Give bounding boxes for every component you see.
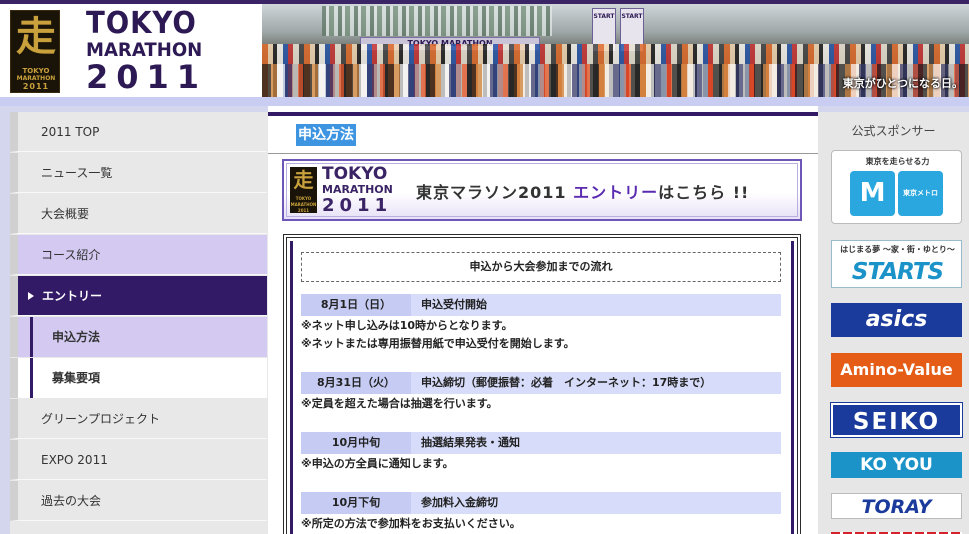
banner-cta-suffix: はこちら !! bbox=[658, 183, 750, 202]
nav-item-expo[interactable]: EXPO 2011 bbox=[10, 440, 267, 480]
flow-box-right-rule bbox=[791, 241, 794, 534]
logo-text-tokyo: TOKYO bbox=[86, 6, 197, 41]
nav-arrow-icon bbox=[28, 292, 34, 300]
banner-logo-mark: 走 TOKYO MARATHON 2011 bbox=[290, 167, 317, 213]
hero-trees bbox=[322, 6, 552, 36]
nav-subitem-guidelines[interactable]: 募集要項 bbox=[10, 358, 267, 398]
starts-tagline: はじまる夢 〜家・街・ゆとり〜 bbox=[840, 245, 955, 254]
sponsor-tokyo-metro[interactable]: 東京を走らせる力 M 東京メトロ bbox=[831, 150, 962, 224]
entry-banner-link[interactable]: 走 TOKYO MARATHON 2011 TOKYO MARATHON 201… bbox=[282, 159, 802, 221]
flow-step-note: ※所定の方法で参加料をお支払いください。 bbox=[301, 517, 521, 530]
flow-step-header: 10月下旬 参加料入金締切 bbox=[301, 492, 781, 514]
nav-item-2011-top[interactable]: 2011 TOP bbox=[10, 112, 267, 152]
banner-cta-text: 東京マラソン2011 エントリーはこちら !! bbox=[416, 179, 749, 203]
flow-step-note: ※申込の方全員に通知します。 bbox=[301, 457, 454, 470]
left-navigation: 2011 TOP ニュース一覧 大会概要 コース紹介 エントリー 申込方法 募集… bbox=[0, 106, 268, 534]
main-content: 申込方法 走 TOKYO MARATHON 2011 TOKYO MARATHO… bbox=[268, 106, 818, 534]
nav-item-past-events[interactable]: 過去の大会 bbox=[10, 481, 267, 521]
flow-step-date: 8月1日（日） bbox=[301, 294, 411, 316]
flow-step-date: 10月中旬 bbox=[301, 432, 411, 454]
nav-subitem-apply-method[interactable]: 申込方法 bbox=[10, 317, 267, 357]
logo-small-tokyo: TOKYO bbox=[22, 67, 50, 75]
metro-name: 東京メトロ bbox=[898, 171, 943, 216]
sponsor-column: 公式スポンサー 東京を走らせる力 M 東京メトロ はじまる夢 〜家・街・ゆとり〜… bbox=[818, 112, 969, 534]
flow-step-label: 抽選結果発表・通知 bbox=[421, 436, 520, 449]
flow-step-note: ※ネットまたは専用振替用紙で申込受付を開始します。 bbox=[301, 337, 575, 350]
sponsor-sidebar: 公式スポンサー 東京を走らせる力 M 東京メトロ はじまる夢 〜家・街・ゆとり〜… bbox=[818, 106, 969, 534]
nav-item-news[interactable]: ニュース一覧 bbox=[10, 153, 267, 193]
sponsor-seiko[interactable]: SEIKO bbox=[830, 402, 963, 438]
flow-title: 申込から大会参加までの流れ bbox=[301, 252, 781, 282]
nav-item-entry[interactable]: エントリー bbox=[10, 276, 267, 316]
flow-step-note: ※ネット申し込みは10時からとなります。 bbox=[301, 319, 513, 332]
nav-subitem-guidelines-label: 募集要項 bbox=[52, 371, 101, 385]
sponsor-toray[interactable]: TORAY bbox=[831, 493, 962, 519]
banner-logo-kanji: 走 bbox=[293, 168, 314, 192]
metro-caption: 東京を走らせる力 bbox=[865, 157, 930, 166]
banner-logo-tokyo: TOKYO bbox=[322, 164, 388, 184]
flow-step: 8月1日（日） 申込受付開始 ※ネット申し込みは10時からとなります。 ※ネット… bbox=[301, 294, 781, 353]
flow-step-note: ※定員を超えた場合は抽選を行います。 bbox=[301, 397, 498, 410]
nav-sub-indicator bbox=[30, 358, 33, 398]
metro-logo-icon: M bbox=[850, 171, 895, 216]
banner-cta-highlight: エントリー bbox=[573, 183, 659, 202]
flow-step-label: 申込締切（郵便振替：必着 インターネット：17時まで） bbox=[421, 376, 712, 389]
site-header: 走 TOKYO MARATHON 2011 TOKYO MARATHON 201… bbox=[0, 0, 969, 100]
logo-small-year: 2011 bbox=[22, 82, 50, 91]
banner-cta-prefix: 東京マラソン2011 bbox=[416, 183, 574, 202]
banner-logo-year: 2011 bbox=[322, 195, 393, 216]
tokyo-marathon-logo-text[interactable]: TOKYO MARATHON 2011 bbox=[86, 6, 226, 96]
flow-step-date: 8月31日（火） bbox=[301, 372, 411, 394]
nav-item-course[interactable]: コース紹介 bbox=[10, 235, 267, 275]
flow-step: 10月中旬 抽選結果発表・通知 ※申込の方全員に通知します。 bbox=[301, 432, 781, 473]
nav-item-entry-label: エントリー bbox=[42, 289, 103, 303]
banner-logo-text: TOKYO MARATHON 2011 bbox=[322, 165, 393, 216]
sponsor-ko-you[interactable]: KO YOU bbox=[831, 452, 962, 478]
nav-subitem-apply-method-label: 申込方法 bbox=[52, 330, 101, 344]
starts-logo: STARTS bbox=[851, 259, 944, 285]
flow-box-left-rule bbox=[290, 241, 293, 534]
flow-step-header: 8月1日（日） 申込受付開始 bbox=[301, 294, 781, 316]
main-top-stripe bbox=[268, 112, 818, 116]
flow-step-date: 10月下旬 bbox=[301, 492, 411, 514]
hero-runners-photo: TOKYO MARATHON START START 東京がひとつになる日。 bbox=[262, 4, 969, 97]
flow-step-header: 8月31日（火） 申込締切（郵便振替：必着 インターネット：17時まで） bbox=[301, 372, 781, 394]
flow-step-label: 参加料入金締切 bbox=[421, 496, 498, 509]
nav-sub-indicator bbox=[30, 317, 33, 357]
flow-step: 8月31日（火） 申込締切（郵便振替：必着 インターネット：17時まで） ※定員… bbox=[301, 372, 781, 413]
sponsor-asics[interactable]: asics bbox=[831, 303, 962, 337]
application-flow-box: 申込から大会参加までの流れ 8月1日（日） 申込受付開始 ※ネット申し込みは10… bbox=[283, 234, 801, 534]
flow-step: 10月下旬 参加料入金締切 ※所定の方法で参加料をお支払いください。 bbox=[301, 492, 781, 533]
title-divider bbox=[268, 153, 818, 154]
page-title: 申込方法 bbox=[296, 124, 356, 146]
nav-item-overview[interactable]: 大会概要 bbox=[10, 194, 267, 234]
flow-step-label: 申込受付開始 bbox=[421, 298, 487, 311]
logo-text-year: 2011 bbox=[86, 58, 208, 96]
logo-small-marathon: MARATHON bbox=[16, 75, 56, 82]
header-band bbox=[0, 97, 969, 106]
logo-text-marathon: MARATHON bbox=[86, 39, 203, 61]
tokyo-marathon-logo-mark[interactable]: 走 TOKYO MARATHON 2011 bbox=[10, 10, 60, 93]
sponsor-heading: 公式スポンサー bbox=[851, 124, 936, 138]
sponsor-starts[interactable]: はじまる夢 〜家・街・ゆとり〜 STARTS bbox=[831, 240, 962, 288]
flow-step-header: 10月中旬 抽選結果発表・通知 bbox=[301, 432, 781, 454]
sponsor-amino-value[interactable]: Amino-Value bbox=[831, 353, 962, 387]
hero-caption: 東京がひとつになる日。 bbox=[842, 77, 963, 90]
logo-kanji: 走 bbox=[16, 13, 56, 60]
banner-logo-small-year: 2011 bbox=[297, 208, 310, 213]
nav-item-green-project[interactable]: グリーンプロジェクト bbox=[10, 399, 267, 439]
